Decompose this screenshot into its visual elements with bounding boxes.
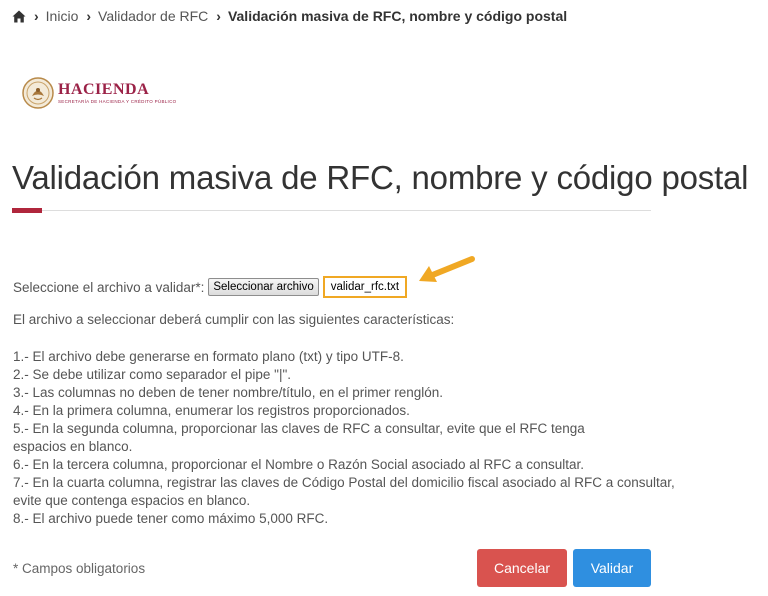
chevron-right-icon: › (216, 8, 221, 24)
chevron-right-icon: › (34, 8, 39, 24)
requirement-item: 4.- En la primera columna, enumerar los … (13, 403, 410, 418)
requirement-item: 1.- El archivo debe generarse en formato… (13, 349, 404, 364)
logo-name: HACIENDA (58, 81, 150, 98)
breadcrumb-link-validador[interactable]: Validador de RFC (98, 8, 208, 24)
requirement-item: 2.- Se debe utilizar como separador el p… (13, 367, 291, 382)
title-divider (12, 210, 651, 211)
requirement-item: 6.- En la tercera columna, proporcionar … (13, 457, 585, 472)
arrow-annotation-icon (419, 256, 475, 282)
page-title: Validación masiva de RFC, nombre y códig… (12, 159, 749, 196)
seal-icon (22, 77, 54, 109)
chevron-right-icon: › (86, 8, 92, 24)
select-file-button[interactable]: Seleccionar archivo (208, 278, 319, 296)
file-select-label: Seleccione el archivo a validar*: (13, 279, 205, 295)
cancel-button[interactable]: Cancelar (477, 549, 567, 587)
breadcrumb: › Inicio › Validador de RFC › Validación… (12, 6, 567, 26)
requirement-item: 5.- En la segunda columna, proporcionar … (13, 421, 585, 436)
requirements-intro: El archivo a seleccionar deberá cumplir … (13, 312, 455, 327)
validate-button[interactable]: Validar (573, 549, 651, 587)
home-icon[interactable] (12, 10, 26, 23)
requirements-list: 1.- El archivo debe generarse en formato… (13, 348, 733, 528)
page: › Inicio › Validador de RFC › Validación… (0, 0, 768, 596)
requirement-item: evite que contenga espacios en blanco. (13, 493, 251, 508)
breadcrumb-current: Validación masiva de RFC, nombre y códig… (227, 8, 568, 24)
logo-subtitle: SECRETARÍA DE HACIENDA Y CRÉDITO PÚBLICO (58, 99, 177, 104)
file-select-row: Seleccione el archivo a validar*: Selecc… (13, 276, 408, 298)
required-fields-note: * Campos obligatorios (13, 561, 146, 576)
requirement-item: 8.- El archivo puede tener como máximo 5… (13, 511, 329, 526)
requirement-item: espacios en blanco. (13, 439, 133, 454)
breadcrumb-link-inicio[interactable]: Inicio (46, 8, 79, 24)
selected-file-name: validar_rfc.txt (322, 276, 408, 298)
hacienda-logo[interactable]: HACIENDA SECRETARÍA DE HACIENDA Y CRÉDIT… (22, 77, 176, 109)
requirement-item: 7.- En la cuarta columna, registrar las … (13, 475, 675, 490)
requirement-item: 3.- Las columnas no deben de tener nombr… (13, 385, 444, 400)
title-accent-bar (12, 208, 42, 213)
